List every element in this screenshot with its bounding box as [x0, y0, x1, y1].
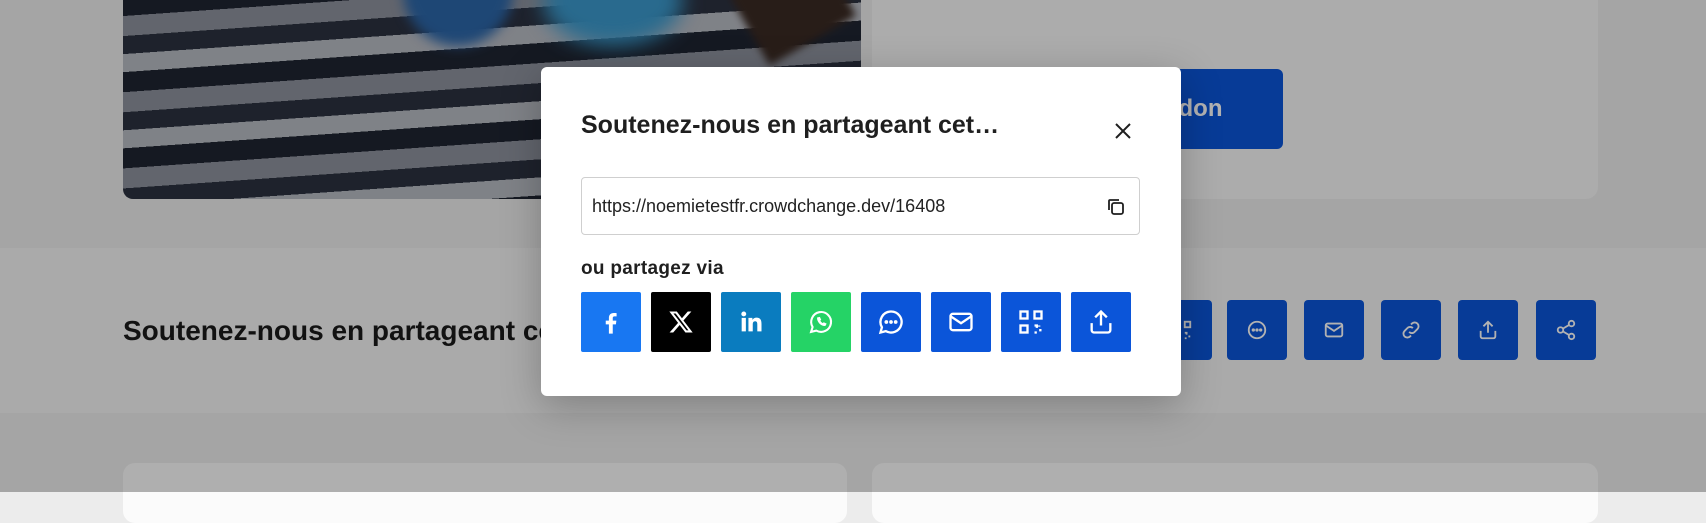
email-share-button[interactable] — [931, 292, 991, 352]
whatsapp-share-button[interactable] — [791, 292, 851, 352]
share-via-label: ou partagez via — [581, 258, 724, 279]
x-icon — [669, 311, 693, 333]
chat-bubble-icon — [878, 310, 903, 335]
x-share-button[interactable] — [651, 292, 711, 352]
share-url-field[interactable]: https://noemietestfr.crowdchange.dev/164… — [581, 177, 1140, 235]
mail-icon — [949, 312, 973, 332]
share-modal: Soutenez-nous en partageant cet événemen… — [541, 67, 1181, 396]
whatsapp-icon — [809, 310, 833, 334]
close-button[interactable] — [1109, 117, 1137, 145]
modal-title: Soutenez-nous en partageant cet événemen… — [581, 111, 1006, 139]
linkedin-share-button[interactable] — [721, 292, 781, 352]
native-share-button[interactable] — [1071, 292, 1131, 352]
share-url-text: https://noemietestfr.crowdchange.dev/164… — [592, 196, 946, 216]
facebook-share-button[interactable] — [581, 292, 641, 352]
copy-url-button[interactable] — [1104, 195, 1128, 219]
close-icon — [1115, 123, 1131, 139]
share-upload-icon — [1090, 309, 1112, 334]
copy-icon — [1108, 199, 1124, 215]
qr-code-icon — [1019, 310, 1043, 334]
linkedin-icon — [741, 311, 762, 332]
sms-share-button[interactable] — [861, 292, 921, 352]
qr-code-button[interactable] — [1001, 292, 1061, 352]
facebook-icon — [605, 313, 617, 334]
